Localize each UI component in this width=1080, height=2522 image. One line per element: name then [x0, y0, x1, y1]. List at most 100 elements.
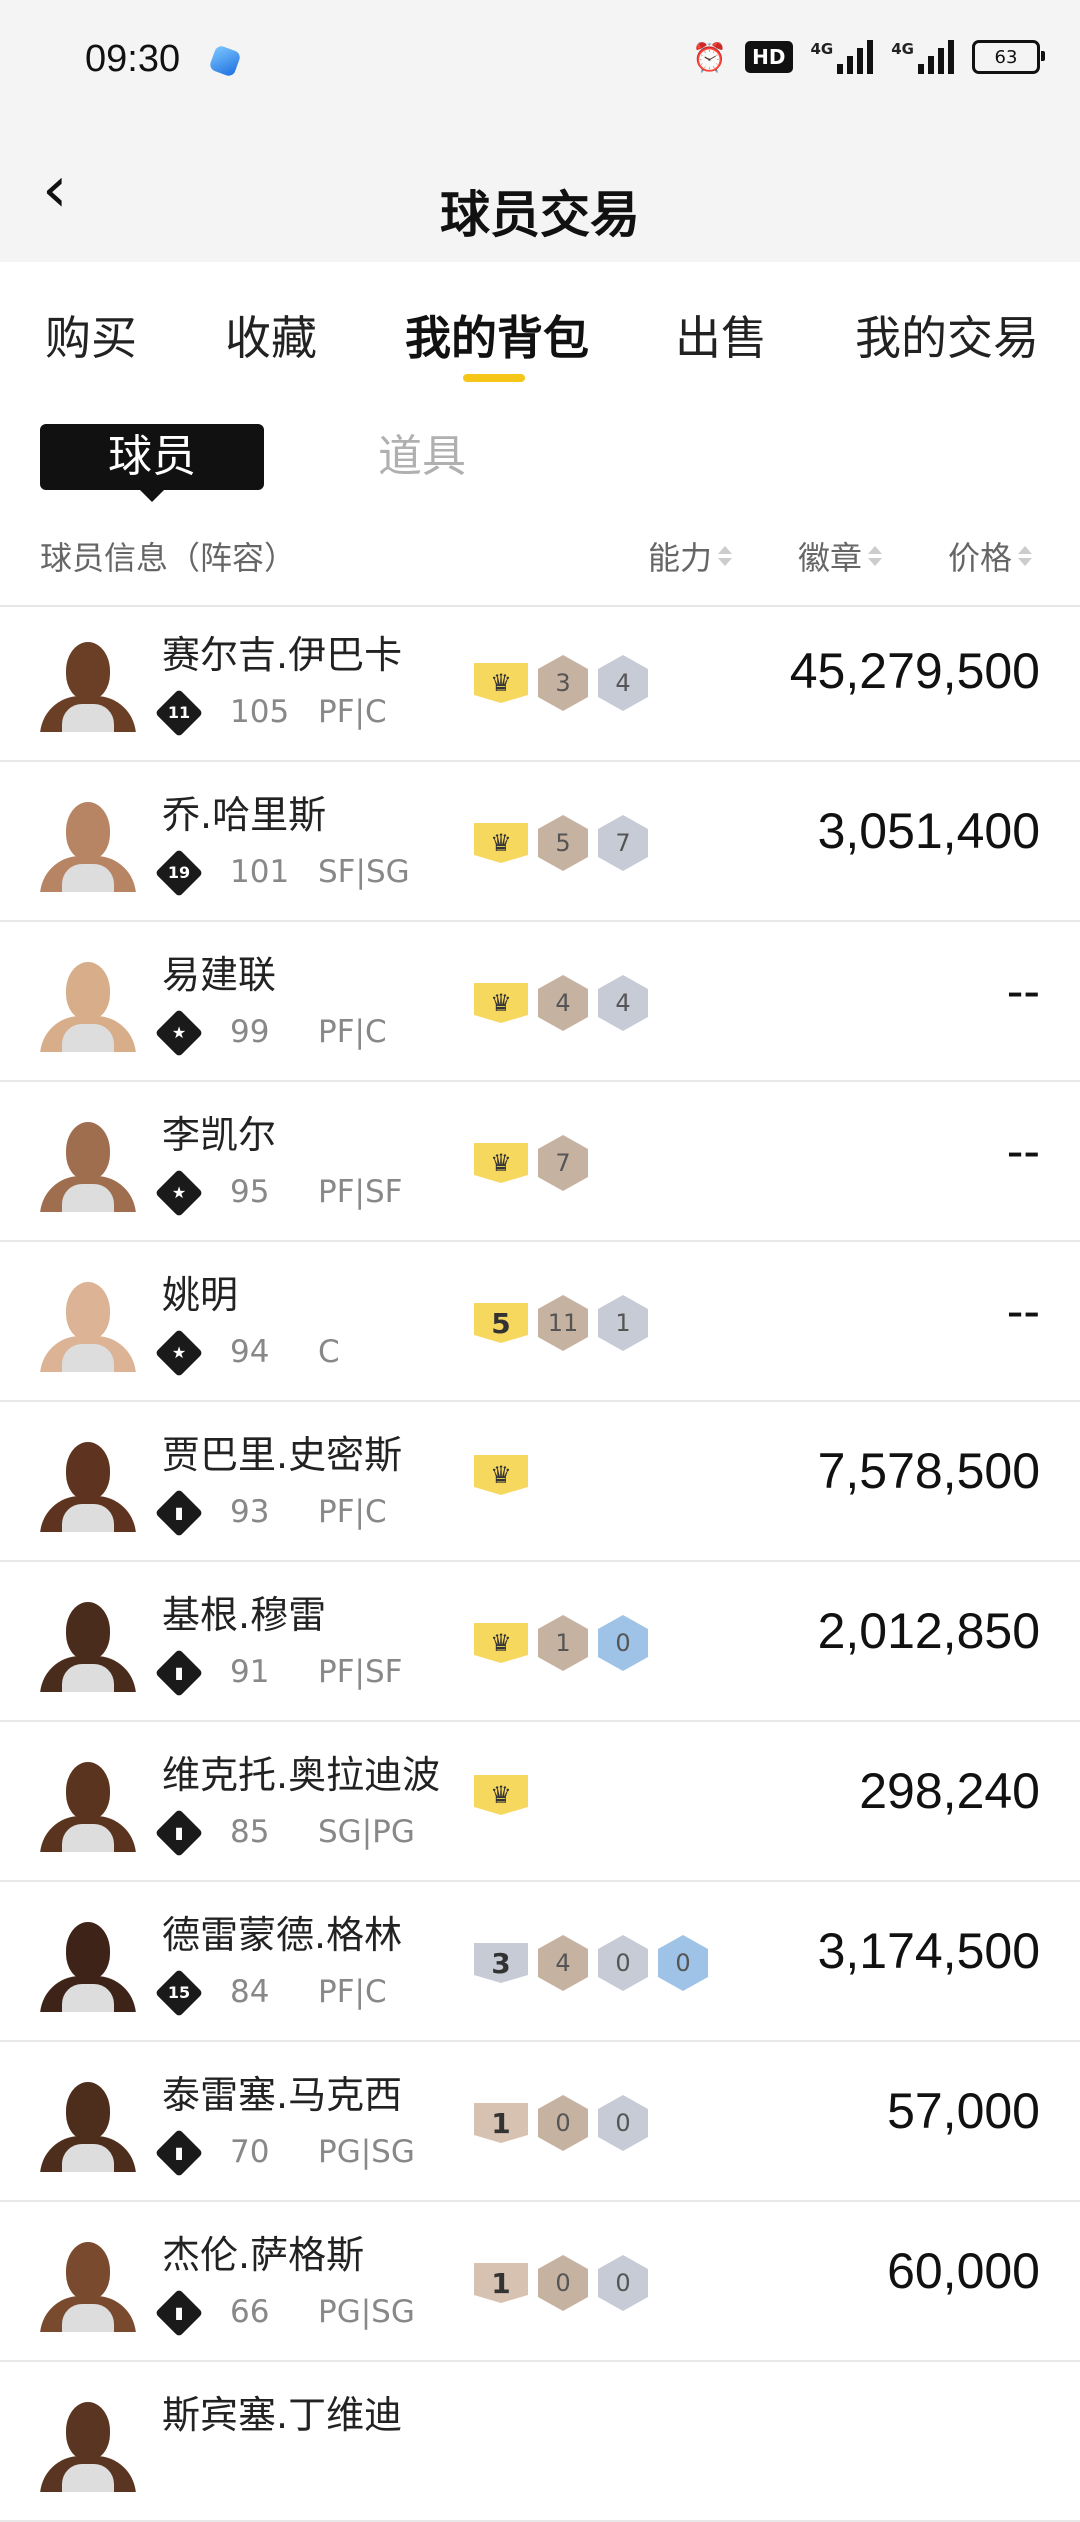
player-position: PF|C — [318, 1014, 387, 1050]
player-avatar — [40, 1432, 136, 1532]
tab-sell[interactable]: 出售 — [675, 302, 767, 368]
player-price: 60,000 — [887, 2243, 1040, 2299]
player-row[interactable]: 易建联 ★ 99 PF|C ♛ 4 4 -- — [0, 922, 1080, 1082]
player-avatar — [40, 1912, 136, 2012]
subtab-bar: 球员 道具 — [0, 424, 1080, 502]
player-row[interactable]: 乔.哈里斯 19 101 SF|SG ♛ 5 7 3,051,400 — [0, 762, 1080, 922]
player-price: -- — [1006, 963, 1040, 1019]
tab-my-trades[interactable]: 我的交易 — [855, 302, 1039, 368]
player-row[interactable]: 德雷蒙德.格林 15 84 PF|C 3400 3,174,500 — [0, 1882, 1080, 2042]
player-avatar — [40, 632, 136, 732]
badge-group: ♛ 4 4 — [474, 975, 648, 1031]
col-player-info: 球员信息（阵容） — [40, 539, 297, 577]
badge-hex: 4 — [538, 975, 588, 1031]
badge-group: 100 — [474, 2095, 648, 2151]
player-rating: 105 — [230, 694, 290, 730]
card-type-icon: ▮ — [154, 2128, 204, 2178]
badge-hex: 0 — [598, 2095, 648, 2151]
player-price: 57,000 — [887, 2083, 1040, 2139]
player-position: PF|C — [318, 694, 387, 730]
badge-group: ♛ 1 0 — [474, 1615, 648, 1671]
player-row[interactable]: 赛尔吉.伊巴卡 11 105 PF|C ♛ 3 4 45,279,500 — [0, 602, 1080, 762]
player-price: 3,174,500 — [817, 1923, 1040, 1979]
player-price: -- — [1006, 1123, 1040, 1179]
player-row[interactable]: 基根.穆雷 ▮ 91 PF|SF ♛ 1 0 2,012,850 — [0, 1562, 1080, 1722]
player-name: 赛尔吉.伊巴卡 — [162, 633, 403, 677]
page-title: 球员交易 — [440, 186, 640, 244]
player-name: 德雷蒙德.格林 — [162, 1913, 403, 1957]
badge-hex: 3 — [538, 655, 588, 711]
badge-group: 100 — [474, 2255, 648, 2311]
badge-hex: 4 — [598, 975, 648, 1031]
badge-group: ♛ 3 4 — [474, 655, 648, 711]
sort-icon — [868, 546, 883, 566]
player-row[interactable]: 贾巴里.史密斯 ▮ 93 PF|C ♛ 7,578,500 — [0, 1402, 1080, 1562]
player-rating: 93 — [230, 1494, 270, 1530]
tab-favorites[interactable]: 收藏 — [225, 302, 317, 368]
tier-badge: 1 — [474, 2103, 528, 2143]
player-avatar — [40, 792, 136, 892]
player-name: 维克托.奥拉迪波 — [162, 1753, 441, 1797]
badge-hex: 0 — [598, 1615, 648, 1671]
badge-hex: 0 — [598, 2255, 648, 2311]
card-type-icon: ★ — [154, 1168, 204, 1218]
card-type-icon: ▮ — [154, 1488, 204, 1538]
player-price: 3,051,400 — [817, 803, 1040, 859]
player-row[interactable]: 李凯尔 ★ 95 PF|SF ♛ 7 -- — [0, 1082, 1080, 1242]
tab-buy[interactable]: 购买 — [45, 302, 137, 368]
subtab-items[interactable]: 道具 — [378, 424, 466, 490]
badge-group: ♛ 7 — [474, 1135, 588, 1191]
player-row[interactable]: 斯宾塞.丁维迪 — [0, 2362, 1080, 2522]
player-position: PG|SG — [318, 2294, 415, 2330]
player-row[interactable]: 杰伦.萨格斯 ▮ 66 PG|SG 100 60,000 — [0, 2202, 1080, 2362]
player-avatar — [40, 952, 136, 1052]
player-row[interactable]: 泰雷塞.马克西 ▮ 70 PG|SG 100 57,000 — [0, 2042, 1080, 2202]
status-bar: 09:30 ⏰ HD 4G 4G 63 — [0, 0, 1080, 125]
status-icons: ⏰ HD 4G 4G 63 — [692, 40, 1045, 74]
hd-icon: HD — [745, 41, 793, 73]
player-position: PF|SF — [318, 1654, 403, 1690]
badge-group: ♛ — [474, 1775, 528, 1815]
col-badges-sort[interactable]: 徽章 — [798, 533, 883, 579]
tier-badge: 5 — [474, 1303, 528, 1343]
player-name: 贾巴里.史密斯 — [162, 1433, 403, 1477]
player-avatar — [40, 1272, 136, 1372]
subtab-players[interactable]: 球员 — [40, 424, 264, 502]
col-price-sort[interactable]: 价格 — [948, 533, 1033, 579]
crown-icon: ♛ — [474, 1455, 528, 1495]
player-rating: 94 — [230, 1334, 270, 1370]
player-price: 45,279,500 — [789, 643, 1040, 699]
player-name: 李凯尔 — [162, 1113, 277, 1157]
badge-hex: 0 — [598, 1935, 648, 1991]
col-ability-sort[interactable]: 能力 — [648, 533, 733, 579]
nav-header: ‹ 球员交易 — [0, 125, 1080, 262]
badge-hex: 0 — [538, 2255, 588, 2311]
card-type-icon: 15 — [154, 1968, 204, 2018]
player-price: -- — [1006, 1283, 1040, 1339]
player-rating: 101 — [230, 854, 290, 890]
crown-icon: ♛ — [474, 1775, 528, 1815]
tab-bar: 购买 收藏 我的背包 出售 我的交易 — [0, 262, 1080, 392]
player-name: 姚明 — [162, 1273, 239, 1317]
player-position: PF|C — [318, 1494, 387, 1530]
player-row[interactable]: 维克托.奥拉迪波 ▮ 85 SG|PG ♛ 298,240 — [0, 1722, 1080, 1882]
crown-icon: ♛ — [474, 983, 528, 1023]
tab-my-backpack[interactable]: 我的背包 — [405, 302, 589, 368]
player-rating: 66 — [230, 2294, 270, 2330]
badge-group: ♛ 5 7 — [474, 815, 648, 871]
badge-hex: 7 — [598, 815, 648, 871]
badge-hex: 11 — [538, 1295, 588, 1351]
tier-badge: 1 — [474, 2263, 528, 2303]
player-position: SG|PG — [318, 1814, 415, 1850]
player-avatar — [40, 2392, 136, 2492]
player-position: C — [318, 1334, 340, 1370]
active-tab-indicator — [463, 374, 525, 382]
player-row[interactable]: 姚明 ★ 94 C 5 11 1 -- — [0, 1242, 1080, 1402]
card-type-icon: ★ — [154, 1328, 204, 1378]
player-rating: 91 — [230, 1654, 270, 1690]
player-avatar — [40, 2072, 136, 2172]
badge-group: 5 11 1 — [474, 1295, 648, 1351]
player-position: PF|C — [318, 1974, 387, 2010]
player-price: 7,578,500 — [817, 1443, 1040, 1499]
card-type-icon: 11 — [154, 688, 204, 738]
